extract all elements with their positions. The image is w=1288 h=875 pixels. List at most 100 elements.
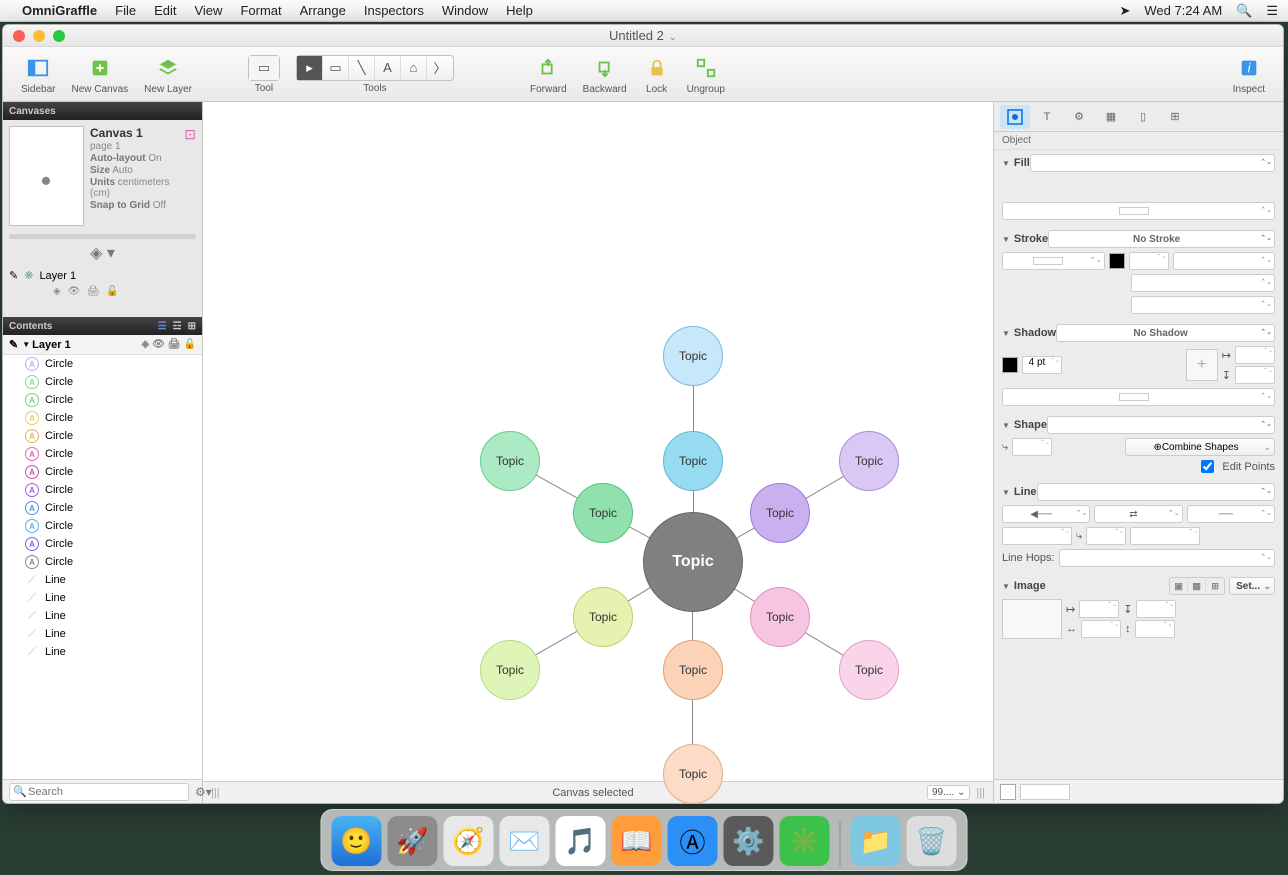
topic-node[interactable]: Topic <box>663 640 723 700</box>
content-item[interactable]: ACircle <box>3 409 202 427</box>
shadow-offset[interactable]: + <box>1186 349 1218 381</box>
line-end-size[interactable] <box>1130 527 1200 545</box>
image-sizing-segment[interactable]: ▣▦⊞ <box>1169 577 1225 595</box>
dock-settings[interactable]: ⚙️ <box>724 816 774 866</box>
dock-omnigraffle[interactable]: ✳️ <box>780 816 830 866</box>
line-hops-select[interactable] <box>1059 549 1275 567</box>
topic-node[interactable]: Topic <box>573 587 633 647</box>
menu-list-icon[interactable]: ☰ <box>1266 3 1278 19</box>
clock[interactable]: Wed 7:24 AM <box>1144 3 1222 18</box>
image-h[interactable] <box>1135 620 1175 638</box>
edit-points-checkbox[interactable] <box>1201 460 1214 473</box>
content-item[interactable]: ⟋Line <box>3 607 202 625</box>
topic-node[interactable]: Topic <box>750 587 810 647</box>
content-item[interactable]: ACircle <box>3 391 202 409</box>
canvas-card[interactable]: Canvas 1 page 1 Auto-layout On Size Auto… <box>3 120 202 232</box>
stroke-swatch[interactable] <box>1109 253 1125 269</box>
sidebar-toggle[interactable]: Sidebar <box>21 54 55 95</box>
document-tab[interactable]: ▯ <box>1128 105 1158 129</box>
shadow-blur-input[interactable]: 4 pt <box>1022 356 1062 374</box>
search-input[interactable] <box>9 783 189 801</box>
content-item[interactable]: ACircle <box>3 373 202 391</box>
image-y[interactable] <box>1136 600 1176 618</box>
content-item[interactable]: ACircle <box>3 445 202 463</box>
canvas[interactable]: TopicTopicTopicTopicTopicTopicTopicTopic… <box>203 102 993 781</box>
menu-file[interactable]: File <box>115 3 136 18</box>
content-item[interactable]: ACircle <box>3 481 202 499</box>
topic-node[interactable]: Topic <box>839 640 899 700</box>
forward-button[interactable]: Forward <box>530 54 567 95</box>
menu-inspectors[interactable]: Inspectors <box>364 3 424 18</box>
content-item[interactable]: ACircle <box>3 499 202 517</box>
stroke-corner-select[interactable] <box>1131 274 1276 292</box>
image-x[interactable] <box>1079 600 1119 618</box>
canvas-tab[interactable]: ▦ <box>1096 105 1126 129</box>
dock-safari[interactable]: 🧭 <box>444 816 494 866</box>
stroke-dash-select[interactable] <box>1173 252 1276 270</box>
new-canvas-button[interactable]: New Canvas <box>71 54 128 95</box>
window-title[interactable]: Untitled 2 ⌄ <box>3 28 1283 43</box>
shadow-type-select[interactable]: No Shadow <box>1056 324 1275 342</box>
cursor-icon[interactable]: ➤ <box>1119 3 1130 19</box>
line-type-select[interactable] <box>1037 483 1275 501</box>
fill-type-select[interactable] <box>1030 154 1275 172</box>
shadow-color[interactable] <box>1002 357 1018 373</box>
menu-app[interactable]: OmniGraffle <box>22 3 97 18</box>
center-node[interactable]: Topic <box>643 512 743 612</box>
backward-button[interactable]: Backward <box>583 54 627 95</box>
content-item[interactable]: ACircle <box>3 463 202 481</box>
shadow-opacity-select[interactable] <box>1002 388 1275 406</box>
tool-selector[interactable]: ▭ Tool <box>248 55 280 94</box>
content-item[interactable]: ⟋Line <box>3 589 202 607</box>
object-tab[interactable] <box>1000 105 1030 129</box>
spotlight-icon[interactable]: 🔍 <box>1236 3 1252 19</box>
menu-arrange[interactable]: Arrange <box>300 3 346 18</box>
canvas-scrollbar[interactable] <box>9 234 196 239</box>
content-item[interactable]: ⟋Line <box>3 643 202 661</box>
dock-trash[interactable]: 🗑️ <box>907 816 957 866</box>
inspect-toggle[interactable]: i Inspect <box>1233 54 1265 95</box>
content-item[interactable]: ACircle <box>3 427 202 445</box>
content-item[interactable]: ACircle <box>3 355 202 373</box>
content-item[interactable]: ACircle <box>3 517 202 535</box>
crop-icon[interactable]: ⊡ <box>184 126 196 226</box>
combine-shapes-button[interactable]: ⊕ Combine Shapes <box>1125 438 1275 456</box>
fill-color-select[interactable] <box>1002 202 1275 220</box>
dock-downloads[interactable]: 📁 <box>851 816 901 866</box>
corner-radius-input[interactable] <box>1012 438 1052 456</box>
menu-edit[interactable]: Edit <box>154 3 176 18</box>
dock-itunes[interactable]: 🎵 <box>556 816 606 866</box>
shadow-y-input[interactable] <box>1235 366 1275 384</box>
topic-node[interactable]: Topic <box>663 326 723 386</box>
line-corner-input[interactable] <box>1086 527 1126 545</box>
stroke-cap-select[interactable] <box>1131 296 1276 314</box>
topic-node[interactable]: Topic <box>839 431 899 491</box>
contents-layer-header[interactable]: ✎ ▼ Layer 1 ◈👁🖨🔓 <box>3 335 202 355</box>
tools-group[interactable]: ▸ ▭ ╲ A ⌂ 〉 Tools <box>296 55 454 94</box>
stroke-width-input[interactable] <box>1129 252 1169 270</box>
image-w[interactable] <box>1081 620 1121 638</box>
grid-view-icon[interactable]: ⊞ <box>188 321 196 332</box>
line-mid-select[interactable]: ⇄ <box>1094 505 1182 523</box>
lock-button[interactable]: Lock <box>643 54 671 95</box>
stencils-tab[interactable]: ⊞ <box>1160 105 1190 129</box>
dock-appstore[interactable]: Ⓐ <box>668 816 718 866</box>
topic-node[interactable]: Topic <box>480 431 540 491</box>
shadow-x-input[interactable] <box>1235 346 1275 364</box>
image-set-button[interactable]: Set... <box>1229 577 1275 595</box>
menu-help[interactable]: Help <box>506 3 533 18</box>
layer-row[interactable]: ✎ ❋ Layer 1 <box>3 265 202 286</box>
style-swatch[interactable] <box>1000 784 1016 800</box>
content-item[interactable]: ACircle <box>3 535 202 553</box>
menu-window[interactable]: Window <box>442 3 488 18</box>
text-tab[interactable]: T <box>1032 105 1062 129</box>
list-view-icon[interactable]: ☰ <box>158 321 167 332</box>
content-item[interactable]: ⟋Line <box>3 625 202 643</box>
properties-tab[interactable]: ⚙ <box>1064 105 1094 129</box>
content-item[interactable]: ⟋Line <box>3 571 202 589</box>
dock-finder[interactable]: 🙂 <box>332 816 382 866</box>
outline-view-icon[interactable]: ☲ <box>173 321 182 332</box>
stroke-color-select[interactable] <box>1002 252 1105 270</box>
ungroup-button[interactable]: Ungroup <box>687 54 725 95</box>
dock-launchpad[interactable]: 🚀 <box>388 816 438 866</box>
